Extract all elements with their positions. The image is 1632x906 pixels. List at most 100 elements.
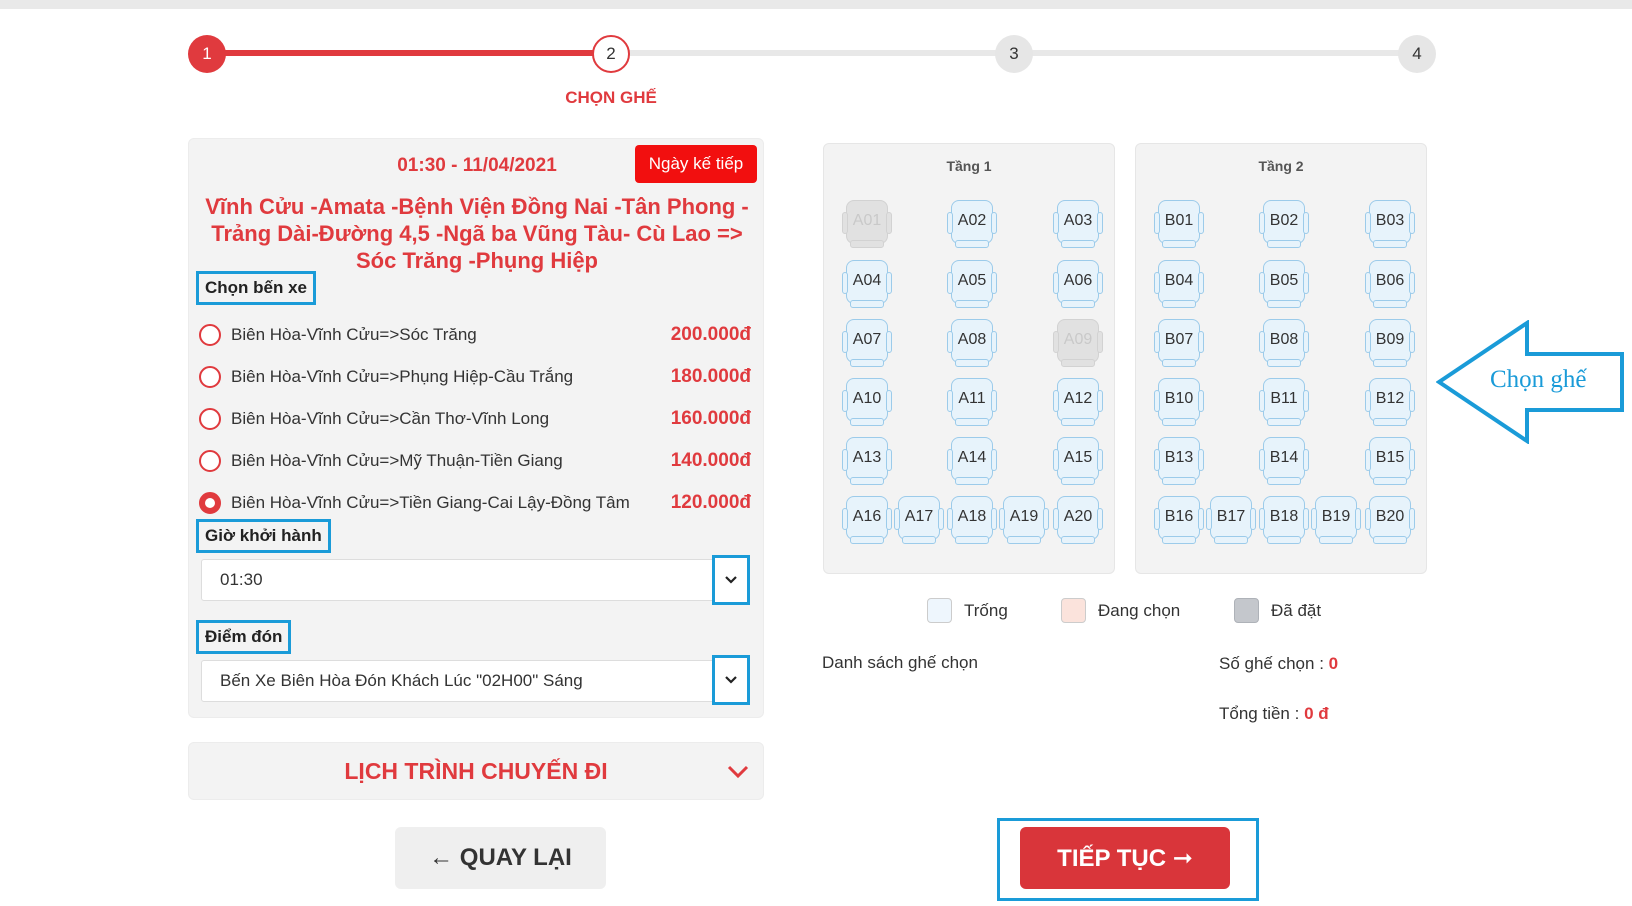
schedule-collapsible[interactable]: LỊCH TRÌNH CHUYẾN ĐI (188, 742, 764, 800)
seat-b09[interactable]: B09 (1365, 317, 1415, 369)
station-option[interactable]: Biên Hòa-Vĩnh Cửu=>Cần Thơ-Vĩnh Long 160… (199, 398, 751, 440)
current-step-label: CHỌN GHẾ (565, 88, 657, 107)
seat-label: A12 (1063, 390, 1093, 407)
seat-label: A02 (957, 212, 987, 229)
seat-label: B12 (1375, 390, 1405, 407)
station-price: 120.000đ (670, 492, 751, 513)
legend-empty: Trống (927, 598, 1008, 623)
seat-a03[interactable]: A03 (1053, 198, 1103, 250)
radio-button[interactable] (199, 450, 221, 472)
seat-a15[interactable]: A15 (1053, 435, 1103, 487)
continue-button[interactable]: TIẾP TỤC ➞ (1020, 827, 1230, 889)
seat-a13[interactable]: A13 (842, 435, 892, 487)
seat-a07[interactable]: A07 (842, 317, 892, 369)
station-option[interactable]: Biên Hòa-Vĩnh Cửu=>Mỹ Thuận-Tiền Giang 1… (199, 440, 751, 482)
radio-button-checked[interactable] (199, 492, 221, 514)
seat-shape (1162, 240, 1196, 248)
seat-label: B13 (1164, 449, 1194, 466)
seat-a12[interactable]: A12 (1053, 376, 1103, 428)
station-option[interactable]: Biên Hòa-Vĩnh Cửu=>Phụng Hiệp-Cầu Trắng … (199, 356, 751, 398)
seat-label: A03 (1063, 212, 1093, 229)
seat-b13[interactable]: B13 (1154, 435, 1204, 487)
seat-shape (1162, 359, 1196, 367)
seat-b06[interactable]: B06 (1365, 258, 1415, 310)
seat-shape (1162, 536, 1196, 544)
radio-button[interactable] (199, 408, 221, 430)
station-option-selected[interactable]: Biên Hòa-Vĩnh Cửu=>Tiền Giang-Cai Lậy-Đồ… (199, 482, 751, 524)
seat-a04[interactable]: A04 (842, 258, 892, 310)
radio-button[interactable] (199, 324, 221, 346)
seat-b02[interactable]: B02 (1259, 198, 1309, 250)
departure-value: 01:30 (220, 570, 263, 589)
station-option[interactable]: Biên Hòa-Vĩnh Cửu=>Sóc Trăng 200.000đ (199, 314, 751, 356)
chevron-down-icon[interactable] (723, 757, 753, 787)
legend-booked: Đã đặt (1234, 598, 1321, 623)
next-day-button[interactable]: Ngày kế tiếp (635, 145, 757, 183)
pickup-select[interactable]: Bến Xe Biên Hòa Đón Khách Lúc "02H00" Sá… (201, 660, 737, 702)
seat-label: B14 (1269, 449, 1299, 466)
seat-label: B16 (1164, 508, 1194, 525)
seat-b08[interactable]: B08 (1259, 317, 1309, 369)
seat-b14[interactable]: B14 (1259, 435, 1309, 487)
seat-label: A07 (852, 331, 882, 348)
seat-label: B03 (1375, 212, 1405, 229)
seat-b10[interactable]: B10 (1154, 376, 1204, 428)
deck-title: Tầng 2 (1258, 158, 1304, 174)
seat-a20[interactable]: A20 (1053, 494, 1103, 546)
seat-a16[interactable]: A16 (842, 494, 892, 546)
seat-b15[interactable]: B15 (1365, 435, 1415, 487)
departure-select[interactable]: 01:30 (201, 559, 737, 601)
seat-a17[interactable]: A17 (894, 494, 944, 546)
back-button[interactable]: ← QUAY LẠI (395, 827, 606, 889)
seat-shape (955, 477, 989, 485)
seat-b16[interactable]: B16 (1154, 494, 1204, 546)
station-price: 200.000đ (670, 324, 751, 345)
seat-a06[interactable]: A06 (1053, 258, 1103, 310)
seat-b11[interactable]: B11 (1259, 376, 1309, 428)
top-bar (0, 0, 1632, 9)
seat-label: A10 (852, 390, 882, 407)
seat-b05[interactable]: B05 (1259, 258, 1309, 310)
seat-shape (1061, 418, 1095, 426)
seat-a08[interactable]: A08 (947, 317, 997, 369)
seat-a10[interactable]: A10 (842, 376, 892, 428)
seat-a14[interactable]: A14 (947, 435, 997, 487)
seat-label: B07 (1164, 331, 1194, 348)
seat-label: B01 (1164, 212, 1194, 229)
seat-shape (1061, 536, 1095, 544)
legend-label: Đã đặt (1271, 600, 1322, 620)
station-section-label: Chọn bến xe (196, 271, 317, 305)
legend-swatch-booked (1234, 598, 1259, 623)
seat-b19[interactable]: B19 (1311, 494, 1361, 546)
seat-shape (955, 300, 989, 308)
seat-shape (1214, 536, 1248, 544)
seat-b12[interactable]: B12 (1365, 376, 1415, 428)
seat-label: A15 (1063, 449, 1093, 466)
seat-a18[interactable]: A18 (947, 494, 997, 546)
seat-label: B17 (1216, 508, 1246, 525)
seat-shape (1267, 477, 1301, 485)
seat-b17[interactable]: B17 (1206, 494, 1256, 546)
seat-a02[interactable]: A02 (947, 198, 997, 250)
seat-b04[interactable]: B04 (1154, 258, 1204, 310)
seat-label: A20 (1063, 508, 1093, 525)
seat-count: Số ghế chọn : 0 (1219, 654, 1338, 674)
seat-a11[interactable]: A11 (947, 376, 997, 428)
seat-b20[interactable]: B20 (1365, 494, 1415, 546)
seat-shape (955, 536, 989, 544)
pickup-dropdown-toggle[interactable] (712, 655, 750, 705)
seat-label: B05 (1269, 272, 1299, 289)
seat-shape (1162, 477, 1196, 485)
seat-b01[interactable]: B01 (1154, 198, 1204, 250)
seat-shape (1373, 359, 1407, 367)
seat-b18[interactable]: B18 (1259, 494, 1309, 546)
seat-b03[interactable]: B03 (1365, 198, 1415, 250)
departure-dropdown-toggle[interactable] (712, 555, 750, 605)
seat-a05[interactable]: A05 (947, 258, 997, 310)
seat-shape (1267, 418, 1301, 426)
radio-button[interactable] (199, 366, 221, 388)
seat-a19[interactable]: A19 (999, 494, 1049, 546)
seat-shape (1267, 300, 1301, 308)
seat-b07[interactable]: B07 (1154, 317, 1204, 369)
legend-label: Trống (964, 600, 1008, 620)
